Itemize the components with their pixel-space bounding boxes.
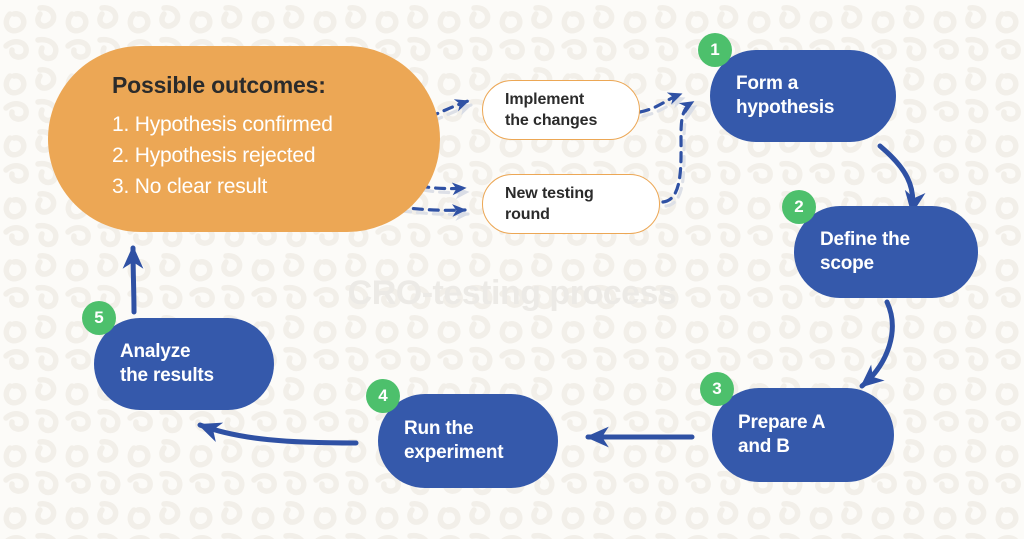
step-node-2-label: Define the scope [820, 228, 910, 276]
step-node-2-line2: scope [820, 253, 874, 274]
possible-outcomes-panel: Possible outcomes: 1. Hypothesis confirm… [48, 46, 440, 232]
action-box-implement-line2: the changes [505, 112, 598, 129]
step-badge-4: 4 [366, 379, 400, 413]
action-box-newround-line2: round [505, 206, 550, 223]
cro-testing-process-diagram: CRO-testing process Possible outcomes: 1… [0, 0, 1024, 539]
step-node-4-line2: experiment [404, 442, 504, 463]
step-node-4-label: Run the experiment [404, 417, 504, 465]
step-node-3-line2: and B [738, 436, 790, 457]
step-badge-2: 2 [782, 190, 816, 224]
outcome-item-1: 1. Hypothesis confirmed [112, 113, 333, 136]
step-node-prepare-a-and-b[interactable]: Prepare A and B [712, 388, 894, 482]
step-node-run-the-experiment[interactable]: Run the experiment [378, 394, 558, 488]
step-node-5-line1: Analyze [120, 341, 191, 362]
step-node-analyze-the-results[interactable]: Analyze the results [94, 318, 274, 410]
action-box-implement-label: Implement the changes [505, 89, 597, 131]
step-node-3-label: Prepare A and B [738, 411, 825, 459]
step-badge-3: 3 [700, 372, 734, 406]
step-badge-5: 5 [82, 301, 116, 335]
step-node-3-line1: Prepare A [738, 412, 826, 433]
action-box-newround-label: New testing round [505, 183, 594, 225]
action-box-implement-the-changes[interactable]: Implement the changes [482, 80, 640, 140]
step-node-4-line1: Run the [404, 418, 474, 439]
step-node-define-the-scope[interactable]: Define the scope [794, 206, 978, 298]
step-node-5-line2: the results [120, 365, 214, 386]
step-node-1-line2: hypothesis [736, 97, 835, 118]
step-node-form-a-hypothesis[interactable]: Form a hypothesis [710, 50, 896, 142]
possible-outcomes-title: Possible outcomes: [112, 72, 326, 98]
action-box-new-testing-round[interactable]: New testing round [482, 174, 660, 234]
outcome-item-3: 3. No clear result [112, 175, 268, 198]
step-node-1-line1: Form a [736, 73, 799, 94]
step-badge-1: 1 [698, 33, 732, 67]
possible-outcomes-list: 1. Hypothesis confirmed 2. Hypothesis re… [112, 109, 440, 202]
outcome-item-2: 2. Hypothesis rejected [112, 144, 316, 167]
action-box-implement-line1: Implement [505, 91, 585, 108]
step-node-2-line1: Define the [820, 229, 910, 250]
step-node-5-label: Analyze the results [120, 340, 214, 388]
step-node-1-label: Form a hypothesis [736, 72, 835, 120]
action-box-newround-line1: New testing [505, 185, 594, 202]
